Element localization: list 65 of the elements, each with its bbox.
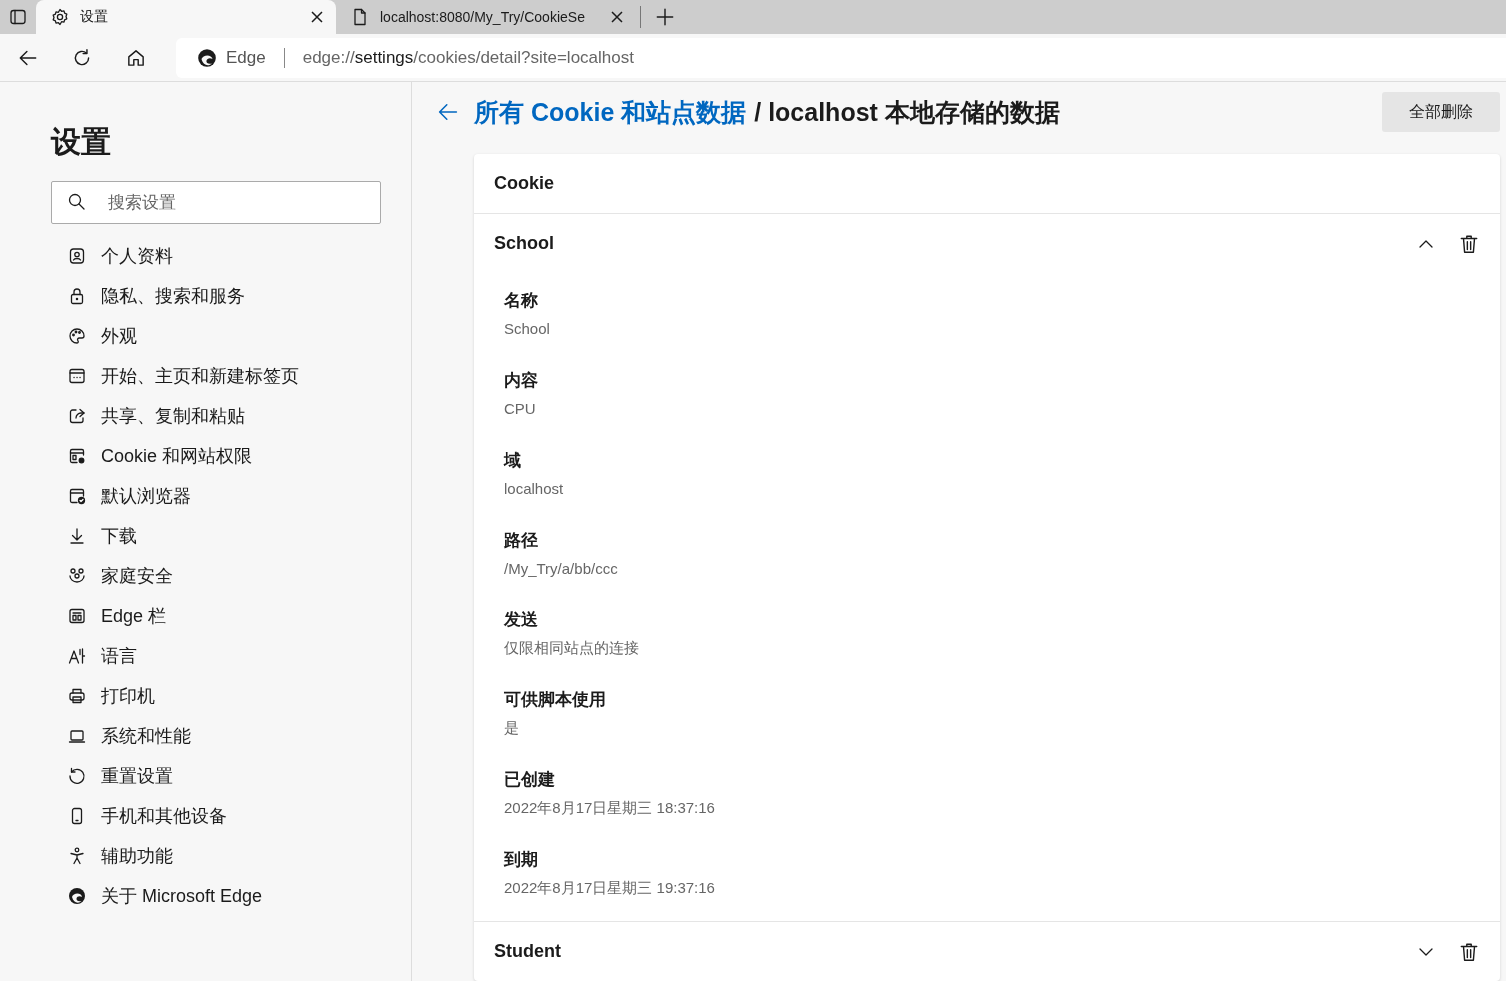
breadcrumb-link[interactable]: 所有 Cookie 和站点数据 [474, 95, 747, 129]
url-text: edge://settings/cookies/detail?site=localhost [302, 47, 634, 68]
palette-icon [67, 326, 87, 346]
close-tab-icon[interactable] [310, 10, 324, 24]
page-title: / localhost 本地存储的数据 [754, 96, 1061, 128]
settings-nav-item[interactable]: 系统和性能 [51, 716, 391, 756]
field-value: School [504, 320, 551, 337]
edge-logo-icon [196, 46, 218, 69]
close-tab-icon[interactable] [610, 10, 624, 24]
printer-icon [67, 686, 87, 706]
field-label: 到期 [504, 849, 539, 871]
cookie-name: School [494, 233, 555, 254]
settings-nav-item[interactable]: 共享、复制和粘贴 [51, 396, 391, 436]
site-label: Edge [226, 47, 266, 68]
field-label: 路径 [504, 530, 539, 552]
reset-icon [67, 766, 87, 786]
settings-nav-item[interactable]: 手机和其他设备 [51, 796, 391, 836]
language-icon [67, 646, 87, 666]
field-label: 域 [504, 450, 522, 472]
window-icon [8, 7, 28, 27]
settings-nav-item[interactable]: 家庭安全 [51, 556, 391, 596]
settings-nav-item[interactable]: 下载 [51, 516, 391, 556]
settings-nav-item[interactable]: 语言 [51, 636, 391, 676]
cookie-name: Student [494, 941, 562, 962]
field-label: 名称 [504, 290, 539, 312]
accessibility-icon [67, 846, 87, 866]
plus-icon [654, 6, 676, 28]
settings-nav-item[interactable]: 默认浏览器 [51, 476, 391, 516]
search-field[interactable]: 搜索设置 [51, 181, 381, 224]
delete-all-button[interactable]: 全部删除 [1382, 92, 1500, 132]
field-label: 内容 [504, 370, 539, 392]
field-value: 2022年8月17日星期三 19:37:16 [504, 879, 716, 898]
settings-nav-item[interactable]: Edge 栏 [51, 596, 391, 636]
share-icon [67, 406, 87, 426]
field-label: 已创建 [504, 769, 556, 791]
gear-icon [50, 7, 70, 27]
card-title: Cookie [474, 154, 1500, 214]
field-value: 2022年8月17日星期三 18:37:16 [504, 799, 716, 818]
settings-title: 设置 [51, 124, 112, 160]
browser-tab[interactable]: 设置 [36, 0, 336, 34]
field-value: CPU [504, 400, 537, 417]
settings-nav-item[interactable]: 隐私、搜索和服务 [51, 276, 391, 316]
field-value: 仅限相同站点的连接 [504, 639, 640, 658]
settings-nav-item[interactable]: 辅助功能 [51, 836, 391, 876]
field-value: localhost [504, 480, 565, 497]
settings-nav-item[interactable]: 个人资料 [51, 236, 391, 276]
settings-nav-item[interactable]: 关于 Microsoft Edge [51, 876, 391, 916]
address-bar[interactable]: Edge edge://settings/cookies/detail?site=localhost [176, 37, 1506, 78]
window-gear-icon [67, 446, 87, 466]
person-card-icon [67, 246, 87, 266]
sidebar-panel-icon [67, 606, 87, 626]
edge-logo-icon [67, 886, 87, 906]
browser-check-icon [67, 486, 87, 506]
window-dots-icon [67, 366, 87, 386]
field-value: /My_Try/a/bb/ccc [504, 560, 619, 577]
family-icon [67, 566, 87, 586]
field-label: 可供脚本使用 [504, 689, 607, 711]
settings-nav-item[interactable]: 开始、主页和新建标签页 [51, 356, 391, 396]
settings-nav-item[interactable]: Cookie 和网站权限 [51, 436, 391, 476]
settings-nav-item[interactable]: 打印机 [51, 676, 391, 716]
field-label: 发送 [504, 609, 539, 631]
browser-tab[interactable]: localhost:8080/My_Try/CookieSe [336, 0, 636, 34]
field-value: 是 [504, 719, 520, 738]
settings-nav-item[interactable]: 重置设置 [51, 756, 391, 796]
settings-nav-item[interactable]: 外观 [51, 316, 391, 356]
